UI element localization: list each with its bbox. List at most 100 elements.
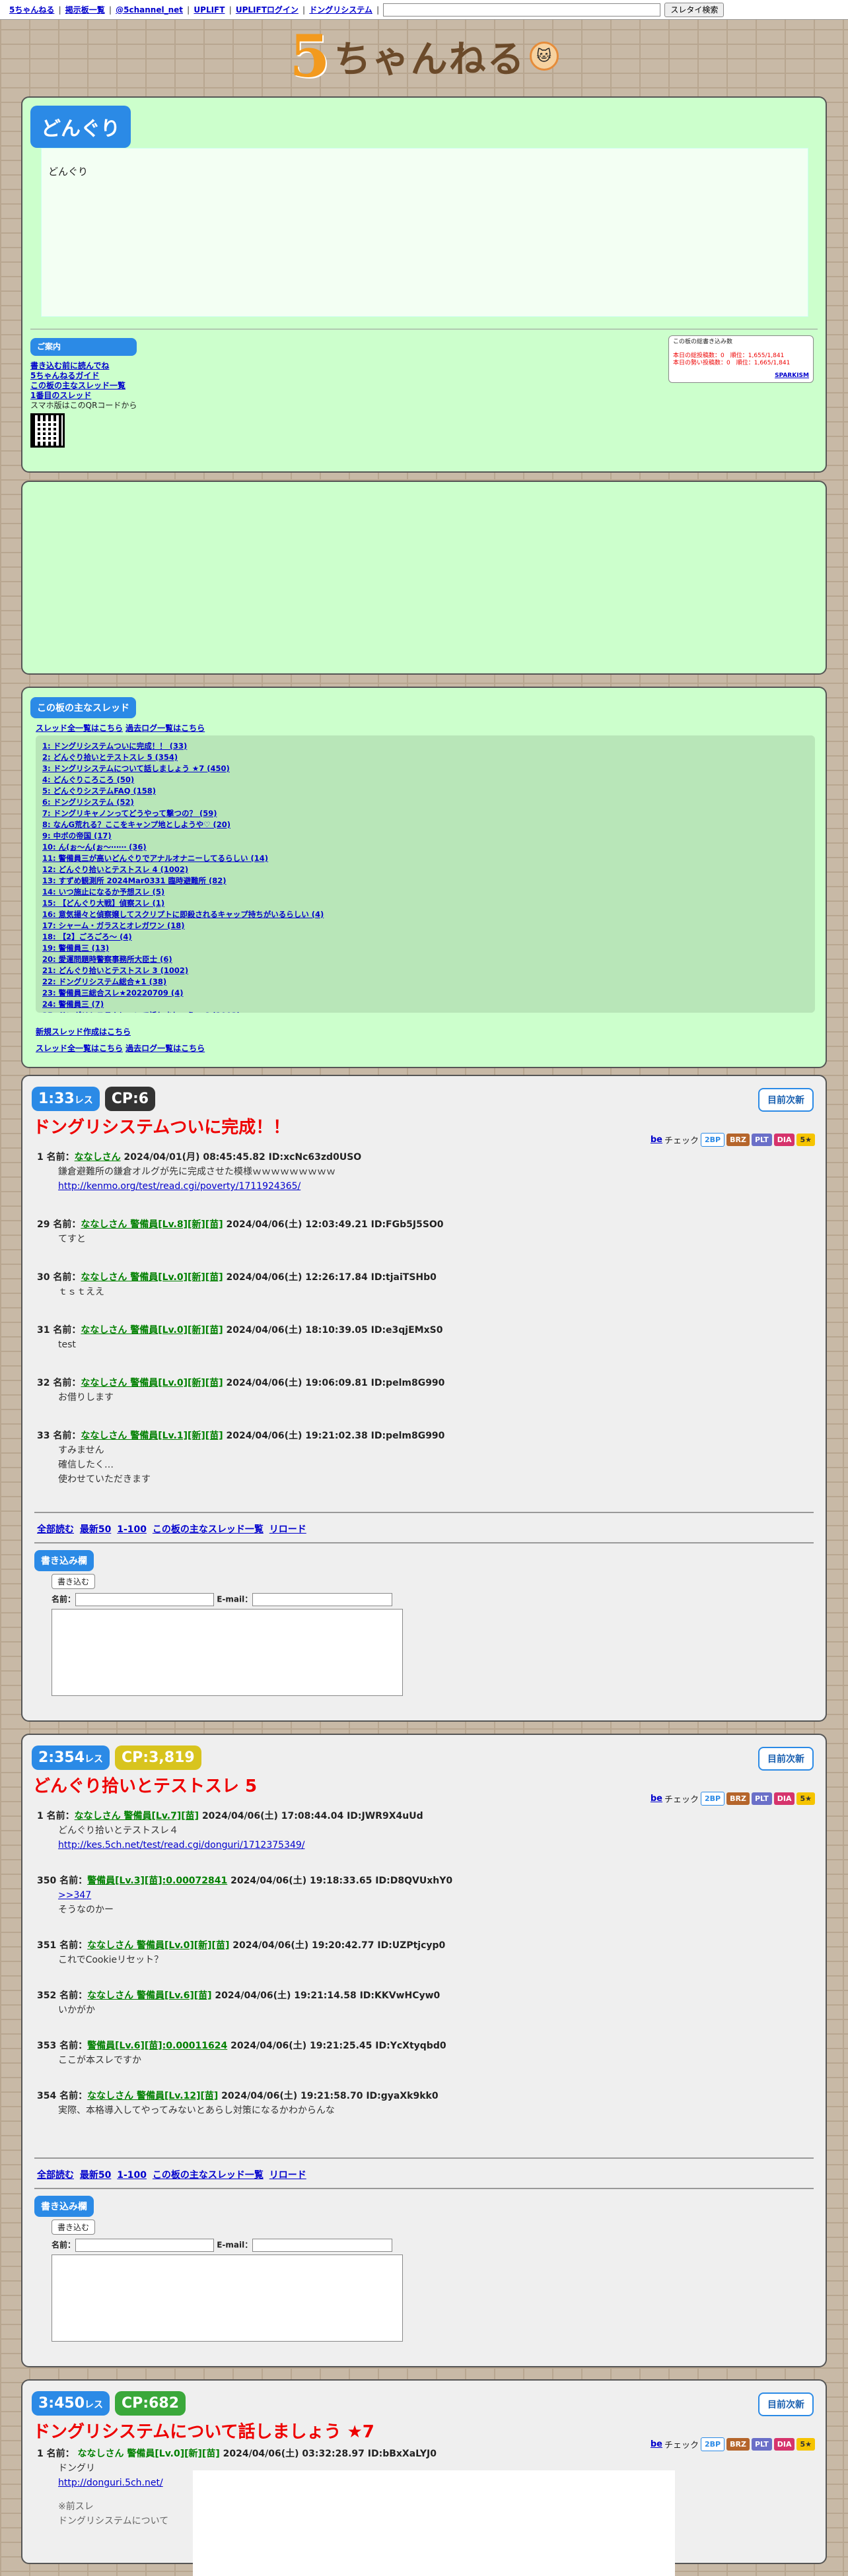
reload-link[interactable]: リロード [269, 2170, 306, 2181]
guide-link-guide[interactable]: 5ちゃんねるガイド [30, 371, 137, 381]
post-number[interactable]: 1 [37, 1152, 44, 1163]
thread-list-item[interactable]: 16: 意気揚々と偵察嬢してスクリプトに即殺されるキャップ持ちがいるらしい (4… [42, 909, 808, 920]
nav-link-uplift-login[interactable]: UPLIFTログイン [232, 4, 302, 15]
post-number[interactable]: 29 [37, 1219, 50, 1230]
post-name[interactable]: ななしさん 警備員[Lv.0][新][苗] [81, 1325, 223, 1336]
thread-list-item[interactable]: 3: ドングリシステムについて話しましょう ★7 (450) [42, 763, 808, 774]
thread-list-item[interactable]: 2: どんぐり拾いとテストスレ 5 (354) [42, 752, 808, 763]
post-name[interactable]: ななしさん 警備員[Lv.12][苗] [87, 2091, 218, 2101]
guide-link-first-thread[interactable]: 1番目のスレッド [30, 391, 137, 401]
thread-list-item[interactable]: 18: 【2】ごろごろ〜 (4) [42, 932, 808, 943]
thread-list-item[interactable]: 7: ドングリキャノンってどうやって撃つの？ (59) [42, 808, 808, 819]
post-id[interactable]: ID:JWR9X4uUd [347, 1811, 423, 1821]
thread-list-item[interactable]: 9: 中ボの帝国 (17) [42, 830, 808, 842]
past-log-link[interactable]: 過去ログ一覧はこちら [125, 724, 205, 733]
post-id[interactable]: ID:D8QVUxhY0 [375, 1876, 452, 1886]
post-name[interactable]: ななしさん 警備員[Lv.1][新][苗] [81, 1431, 223, 1441]
post-number[interactable]: 351 [37, 1940, 56, 1951]
post-number[interactable]: 354 [37, 2091, 56, 2101]
message-textarea[interactable] [52, 1609, 403, 1696]
post-id[interactable]: ID:xcNc63zd0USO [269, 1152, 362, 1163]
thread-list-item[interactable]: 12: どんぐり拾いとテストスレ 4 (1002) [42, 864, 808, 875]
email-field[interactable] [252, 2239, 393, 2252]
post-number[interactable]: 352 [37, 1990, 56, 2001]
latest-50-link[interactable]: 最新50 [80, 2170, 111, 2181]
new-thread-link[interactable]: 新規スレッド作成はこちら [36, 1026, 205, 1037]
embed-preview[interactable] [193, 2470, 675, 2576]
nav-link-5ch[interactable]: 5ちゃんねる [5, 4, 58, 15]
read-all-link[interactable]: 全部読む [37, 2170, 74, 2181]
thread-list-item[interactable]: 20: 愛運問題時警察事務所大臣士 (6) [42, 954, 808, 965]
post-id[interactable]: ID:tjaiTSHb0 [371, 1272, 437, 1283]
post-number[interactable]: 30 [37, 1272, 50, 1283]
be-link[interactable]: be [651, 1794, 662, 1804]
post-id[interactable]: ID:KKVwHCyw0 [360, 1990, 441, 2001]
post-number[interactable]: 33 [37, 1431, 50, 1441]
post-id[interactable]: ID:YcXtyqbd0 [375, 2041, 446, 2051]
post-number[interactable]: 353 [37, 2041, 56, 2051]
thread-list-item[interactable]: 10: ん(ぉ〜ん(ぉ〜⋯⋯ (36) [42, 842, 808, 853]
thread-list-link[interactable]: この板の主なスレッド一覧 [153, 1524, 264, 1535]
post-name[interactable]: ななしさん 警備員[Lv.0][新][苗] [78, 2449, 220, 2459]
post-name[interactable]: ななしさん 警備員[Lv.0][新][苗] [81, 1272, 223, 1283]
email-field[interactable] [252, 1593, 393, 1606]
post-name[interactable]: ななしさん 警備員[Lv.7][苗] [75, 1811, 199, 1821]
thread-list-item[interactable]: 5: どんぐりシステムFAQ (158) [42, 786, 808, 797]
post-name[interactable]: 警備員[Lv.3][苗]:0.00072841 [87, 1876, 227, 1886]
post-link[interactable]: http://donguri.5ch.net/ [58, 2478, 163, 2488]
search-input[interactable] [383, 3, 661, 17]
thread-list-item[interactable]: 4: どんぐりころころ (50) [42, 774, 808, 786]
search-button[interactable]: スレタイ検索 [664, 2, 724, 17]
thread-list-item[interactable]: 22: ドングリシステム総合★1 (38) [42, 976, 808, 988]
post-id[interactable]: ID:e3qjEMxS0 [371, 1325, 443, 1336]
name-field[interactable] [75, 2239, 215, 2252]
post-number[interactable]: 1 [37, 2449, 44, 2459]
range-link[interactable]: 1-100 [117, 2170, 147, 2181]
message-textarea[interactable] [52, 2254, 403, 2342]
nav-link-donguri[interactable]: ドングリシステム [305, 4, 376, 15]
read-all-link[interactable]: 全部読む [37, 1524, 74, 1535]
post-number[interactable]: 1 [37, 1811, 44, 1821]
thread-list-link[interactable]: この板の主なスレッド一覧 [153, 2170, 264, 2181]
nav-buttons[interactable]: 目前次新 [758, 2392, 814, 2416]
past-log-link-bottom[interactable]: 過去ログ一覧はこちら [125, 1044, 205, 1053]
thread-list-item[interactable]: 25: ドングリシステムについて話しましょう ★6 (1002) [42, 1010, 808, 1013]
post-id[interactable]: ID:pelm8G990 [371, 1431, 445, 1441]
post-name[interactable]: ななしさん 警備員[Lv.6][苗] [87, 1990, 211, 2001]
post-link[interactable]: http://kes.5ch.net/test/read.cgi/donguri… [58, 1840, 304, 1850]
thread-list-item[interactable]: 19: 警備員三 (13) [42, 943, 808, 954]
post-link[interactable]: http://kenmo.org/test/read.cgi/poverty/1… [58, 1181, 300, 1192]
nav-link-boards[interactable]: 掲示板一覧 [61, 4, 109, 15]
thread-list-item[interactable]: 14: いつ施止になるか予想スレ (5) [42, 887, 808, 898]
post-name[interactable]: ななしさん 警備員[Lv.0][新][苗] [87, 1940, 229, 1951]
res-count-badge[interactable]: 3:450レス [32, 2391, 110, 2416]
guide-link-read-first[interactable]: 書き込む前に読んでね [30, 361, 137, 371]
res-count-badge[interactable]: 2:354レス [32, 1746, 110, 1770]
qr-code-icon[interactable] [30, 413, 65, 448]
submit-button[interactable]: 書き込む [52, 2220, 96, 2235]
be-link[interactable]: be [651, 1135, 662, 1145]
post-name[interactable]: ななしさん [75, 1152, 121, 1163]
post-name[interactable]: ななしさん 警備員[Lv.8][新][苗] [81, 1219, 223, 1230]
latest-50-link[interactable]: 最新50 [80, 1524, 111, 1535]
res-count-badge[interactable]: 1:33レス [32, 1087, 100, 1111]
post-id[interactable]: ID:bBxXaLYJ0 [368, 2449, 437, 2459]
thread-list-item[interactable]: 23: 警備員三総合スレ★20220709 (4) [42, 988, 808, 999]
thread-list-item[interactable]: 11: 警備員三が高いどんぐりでアナルオナニーしてるらしい (14) [42, 853, 808, 864]
guide-link-thread-list[interactable]: この板の主なスレッド一覧 [30, 381, 137, 391]
thread-list-item[interactable]: 17: シャーム・ガラスとオレガワン (18) [42, 920, 808, 932]
nav-buttons[interactable]: 目前次新 [758, 1088, 814, 1112]
thread-list-item[interactable]: 15: 【どんぐり大戦】偵察スレ (1) [42, 898, 808, 909]
post-id[interactable]: ID:gyaXk9kk0 [366, 2091, 438, 2101]
post-name[interactable]: 警備員[Lv.6][苗]:0.00011624 [87, 2041, 227, 2051]
nav-link-twitter[interactable]: @5channel_net [112, 5, 187, 15]
all-threads-link-bottom[interactable]: スレッド全一覧はこちら [36, 1044, 123, 1053]
nav-buttons[interactable]: 目前次新 [758, 1747, 814, 1771]
thread-list-item[interactable]: 21: どんぐり拾いとテストスレ 3 (1002) [42, 965, 808, 976]
thread-list-item[interactable]: 8: なんG荒れる？ここをキャンプ地としようや♡ (20) [42, 819, 808, 830]
reload-link[interactable]: リロード [269, 1524, 306, 1535]
nav-link-uplift[interactable]: UPLIFT [190, 5, 229, 15]
all-threads-link[interactable]: スレッド全一覧はこちら [36, 724, 123, 733]
submit-button[interactable]: 書き込む [52, 1574, 96, 1589]
thread-list-item[interactable]: 6: ドングリシステム (52) [42, 797, 808, 808]
